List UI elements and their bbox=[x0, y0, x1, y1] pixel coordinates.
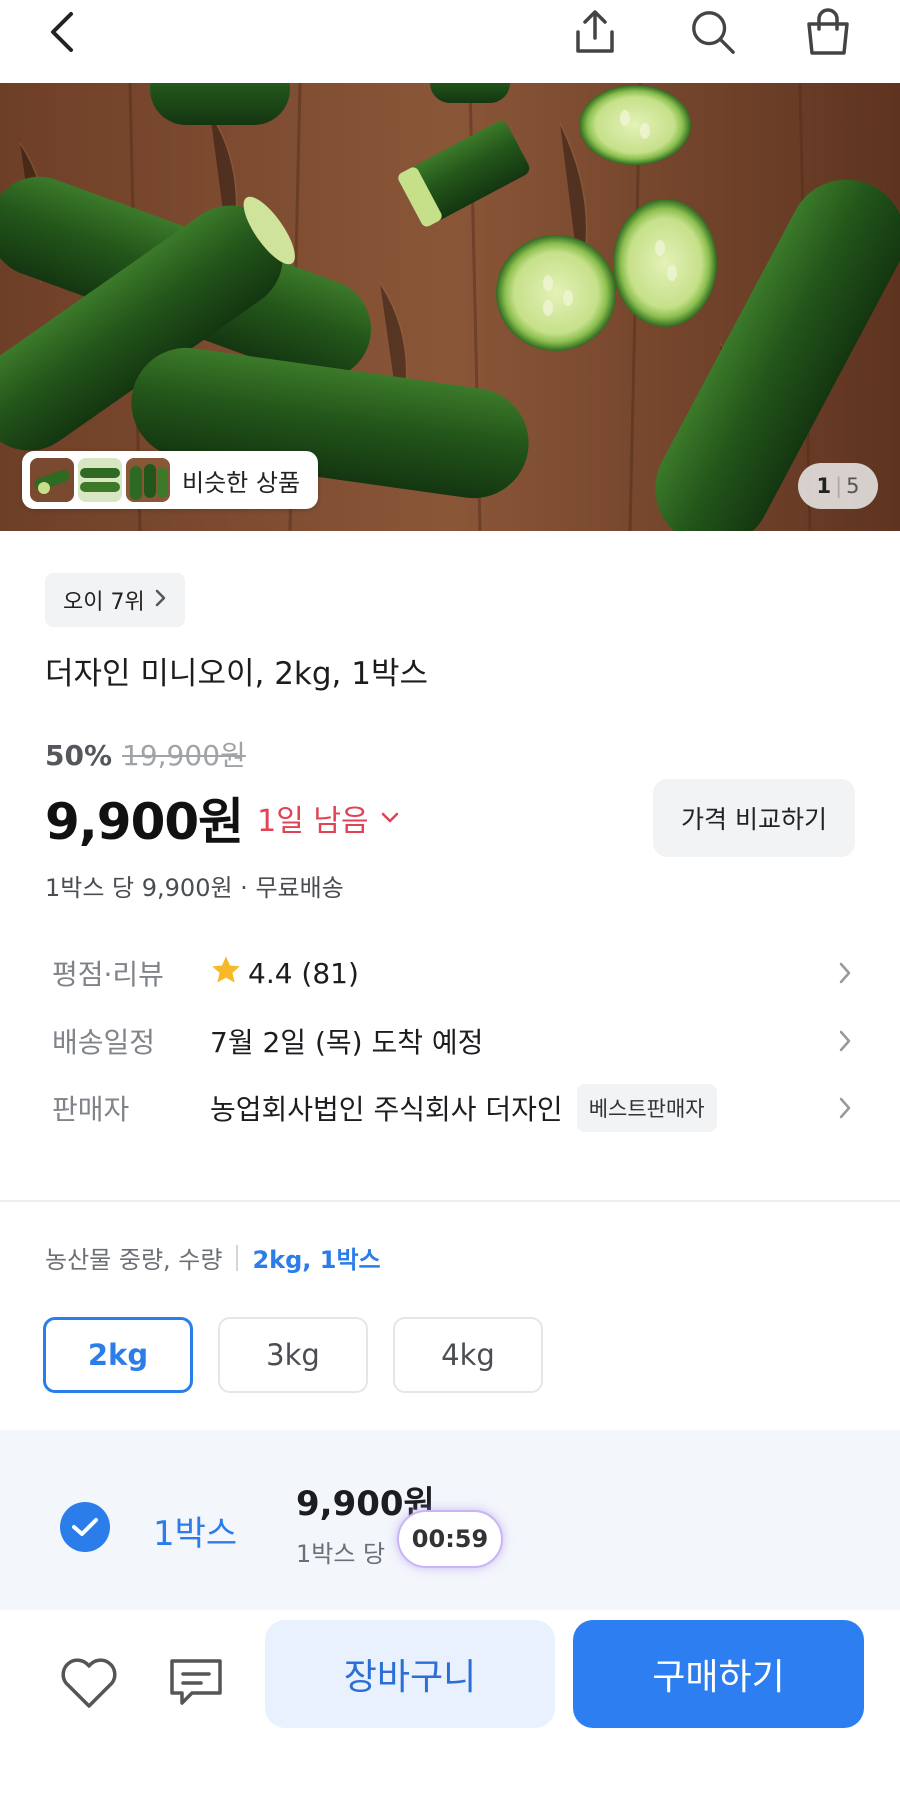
chevron-right-icon bbox=[838, 948, 852, 998]
similar-thumb-3 bbox=[126, 458, 170, 502]
chevron-right-icon bbox=[155, 588, 167, 613]
section-divider bbox=[0, 1200, 900, 1202]
option-selected-summary: 2kg, 1박스 bbox=[252, 1246, 381, 1274]
rating-row[interactable]: 평점·리뷰 4.4 (81) bbox=[52, 948, 852, 998]
seller-value-group: 농업회사법인 주식회사 더자인 베스트판매자 bbox=[210, 1084, 717, 1132]
selected-unit-note: 1박스 당 bbox=[296, 1540, 386, 1568]
selected-unit: 1박스 bbox=[153, 1514, 238, 1554]
search-icon[interactable] bbox=[689, 8, 737, 56]
discount-row: 50% 19,900원 bbox=[45, 734, 246, 774]
countdown-timer: 00:59 bbox=[397, 1510, 503, 1568]
star-icon bbox=[210, 954, 242, 993]
chevron-left-icon[interactable] bbox=[38, 8, 86, 56]
top-bar bbox=[0, 0, 900, 83]
option-heading-label: 농산물 중량, 수량 bbox=[45, 1246, 223, 1274]
rank-label: 오이 7위 bbox=[63, 590, 145, 615]
best-seller-badge: 베스트판매자 bbox=[576, 1084, 717, 1132]
image-page-counter: 1 | 5 bbox=[798, 463, 878, 509]
seller-label: 판매자 bbox=[52, 1093, 130, 1126]
delivery-value: 7월 2일 (목) 도착 예정 bbox=[210, 1026, 484, 1059]
rating-value-group: 4.4 (81) bbox=[210, 954, 359, 993]
shopping-bag-icon[interactable] bbox=[804, 8, 852, 56]
heart-icon[interactable] bbox=[58, 1652, 120, 1714]
product-title: 더자인 미니오이, 2kg, 1박스 bbox=[45, 656, 429, 692]
bottom-action-bar: 장바구니 구매하기 bbox=[0, 1610, 900, 1802]
page-separator: | bbox=[835, 474, 843, 498]
product-image[interactable]: 비슷한 상품 1 | 5 bbox=[0, 83, 900, 531]
buy-now-button[interactable]: 구매하기 bbox=[573, 1620, 864, 1728]
rating-value: 4.4 (81) bbox=[248, 956, 359, 990]
chevron-right-icon bbox=[838, 1083, 852, 1133]
price-compare-button[interactable]: 가격 비교하기 bbox=[653, 779, 855, 857]
seller-name: 농업회사법인 주식회사 더자인 bbox=[210, 1093, 563, 1126]
add-to-cart-button[interactable]: 장바구니 bbox=[265, 1620, 555, 1728]
sale-price: 9,900원 bbox=[45, 793, 244, 851]
price-row: 9,900원 1일 남음 bbox=[45, 782, 399, 854]
option-3kg-button[interactable]: 3kg bbox=[218, 1317, 368, 1393]
delivery-row[interactable]: 배송일정 7월 2일 (목) 도착 예정 bbox=[52, 1016, 852, 1066]
page-total: 5 bbox=[846, 474, 860, 498]
chat-icon[interactable] bbox=[164, 1652, 228, 1714]
category-rank-chip[interactable]: 오이 7위 bbox=[45, 573, 185, 627]
original-price: 19,900원 bbox=[122, 739, 246, 772]
chevron-down-icon[interactable] bbox=[381, 809, 399, 828]
rating-label: 평점·리뷰 bbox=[52, 958, 164, 991]
delivery-label: 배송일정 bbox=[52, 1026, 156, 1059]
option-heading: 농산물 중량, 수량 2kg, 1박스 bbox=[45, 1240, 381, 1275]
unit-price-note: 1박스 당 9,900원 · 무료배송 bbox=[45, 874, 344, 902]
page-current: 1 bbox=[816, 474, 832, 498]
discount-percent: 50% bbox=[45, 739, 113, 772]
share-icon[interactable] bbox=[571, 8, 619, 56]
option-4kg-button[interactable]: 4kg bbox=[393, 1317, 543, 1393]
similar-thumb-1 bbox=[30, 458, 74, 502]
similar-products-label: 비슷한 상품 bbox=[182, 468, 301, 497]
option-2kg-button[interactable]: 2kg bbox=[43, 1317, 193, 1393]
checkmark-icon[interactable] bbox=[60, 1502, 110, 1552]
similar-thumb-2 bbox=[78, 458, 122, 502]
time-left-label[interactable]: 1일 남음 bbox=[257, 796, 368, 840]
selected-option-panel: 1박스 9,900원 1박스 당 00:59 bbox=[0, 1430, 900, 1610]
seller-row[interactable]: 판매자 농업회사법인 주식회사 더자인 베스트판매자 bbox=[52, 1083, 852, 1133]
divider-bar bbox=[236, 1244, 239, 1271]
similar-products-button[interactable]: 비슷한 상품 bbox=[22, 451, 319, 509]
chevron-right-icon bbox=[838, 1016, 852, 1066]
